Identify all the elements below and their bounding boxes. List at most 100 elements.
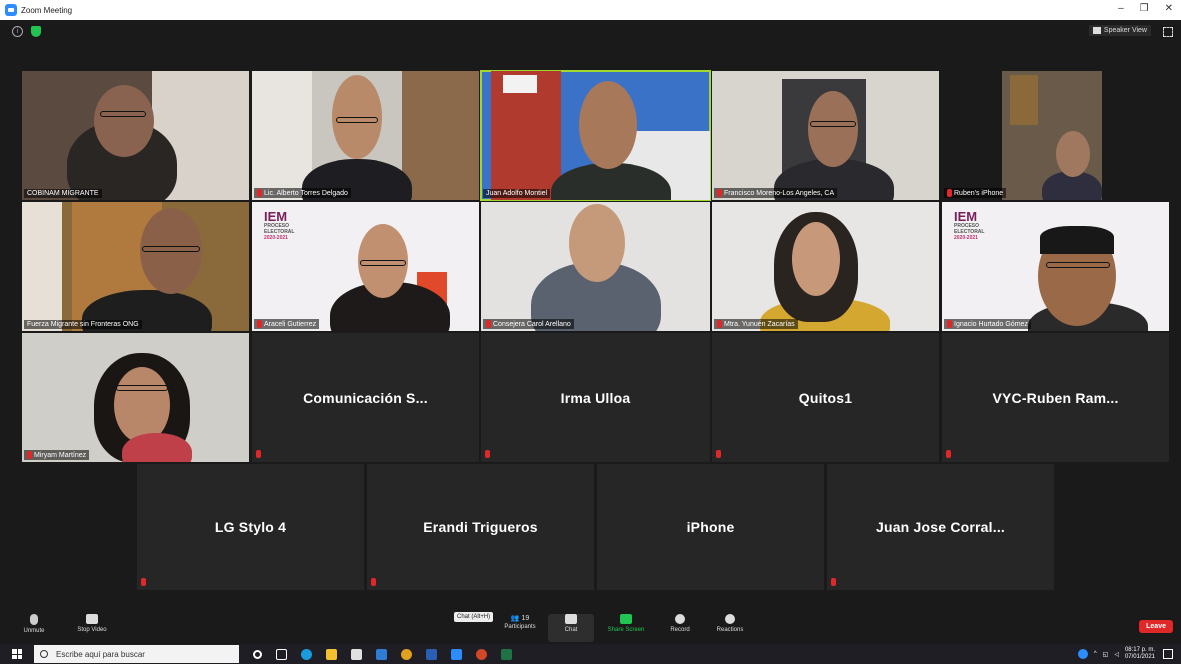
fullscreen-icon[interactable] xyxy=(1163,27,1173,37)
participant-name-label: Ruben's iPhone xyxy=(944,188,1007,198)
powerpoint-icon[interactable] xyxy=(476,648,487,660)
leave-button[interactable]: Leave xyxy=(1139,620,1173,633)
participant-name: Erandi Trigueros xyxy=(423,519,538,535)
video-tile[interactable]: Lic. Alberto Torres Delgado xyxy=(252,71,479,200)
participant-name: VYC-Ruben Ram... xyxy=(992,389,1119,406)
taskbar-clock[interactable]: 08:17 p. m. 07/01/2021 xyxy=(1125,647,1155,661)
network-icon[interactable]: ◱ xyxy=(1103,651,1109,658)
name-tile[interactable]: Juan Jose Corral... xyxy=(827,464,1054,590)
encryption-shield-icon[interactable] xyxy=(31,26,41,37)
name-tile[interactable]: Irma Ulloa xyxy=(481,333,710,462)
search-icon xyxy=(40,650,48,658)
muted-mic-icon xyxy=(717,320,722,328)
video-tile[interactable]: Fuerza Migrante sin Fronteras ONG xyxy=(22,202,249,331)
muted-mic-icon xyxy=(257,320,262,328)
muted-mic-icon xyxy=(257,189,262,197)
participants-button[interactable]: 👥 19 Participants xyxy=(490,614,550,630)
window-titlebar: Zoom Meeting – ❐ ✕ xyxy=(0,0,1181,20)
name-tile[interactable]: VYC-Ruben Ram... xyxy=(942,333,1169,462)
video-camera-icon xyxy=(86,614,98,624)
video-tile[interactable]: COBINAM MIGRANTE xyxy=(22,71,249,200)
participant-name-label: Ignacio Hurtado Gómez xyxy=(944,319,1031,329)
view-icon xyxy=(1092,27,1101,34)
weather-icon[interactable] xyxy=(1077,649,1088,659)
word-icon[interactable] xyxy=(426,648,437,660)
participant-name-label: Juan Adolfo Montiel xyxy=(483,189,551,198)
windows-start-icon[interactable] xyxy=(12,649,22,659)
meeting-toolbar: Unmute Stop Video 👥 19 Participants Chat… xyxy=(0,612,1181,644)
notifications-icon[interactable] xyxy=(1163,649,1173,659)
speaker-view-button[interactable]: Speaker View xyxy=(1088,25,1151,36)
zoom-app-icon[interactable] xyxy=(451,648,462,660)
minimize-button[interactable]: – xyxy=(1118,3,1124,14)
muted-mic-icon xyxy=(486,320,491,328)
close-button[interactable]: ✕ xyxy=(1165,3,1173,14)
participant-name-label: Araceli Gutierrez xyxy=(254,319,320,329)
chrome-icon[interactable] xyxy=(401,648,412,660)
name-tile[interactable]: Quitos1 xyxy=(712,333,939,462)
muted-mic-icon xyxy=(946,450,951,458)
muted-mic-icon xyxy=(947,189,952,197)
iem-logo: IEM PROCESO ELECTORAL 2020-2021 xyxy=(264,209,295,241)
chat-tooltip: Chat (Alt+H) xyxy=(454,612,494,622)
record-label: Record xyxy=(670,627,690,633)
edge-browser-icon[interactable] xyxy=(301,648,312,660)
name-tile[interactable]: iPhone xyxy=(597,464,824,590)
clock-date: 07/01/2021 xyxy=(1124,654,1155,660)
participant-name-label: Miryam Martínez xyxy=(24,450,90,460)
muted-mic-icon xyxy=(485,450,490,458)
video-tile[interactable]: Francisco Moreno-Los Angeles, CA xyxy=(712,71,939,200)
meeting-info-icon[interactable]: i xyxy=(12,26,23,37)
muted-mic-icon xyxy=(947,320,952,328)
participant-name-label: Lic. Alberto Torres Delgado xyxy=(254,188,351,198)
video-tile[interactable]: Mtra. Yunuén Zacarías xyxy=(712,202,939,331)
mail-icon[interactable] xyxy=(376,648,387,660)
video-tile[interactable]: Consejera Carol Arellano xyxy=(481,202,710,331)
window-title: Zoom Meeting xyxy=(21,5,73,15)
store-icon[interactable] xyxy=(351,648,362,660)
cortana-icon[interactable] xyxy=(253,649,262,659)
stop-video-button[interactable]: Stop Video xyxy=(62,614,122,633)
video-tile[interactable]: IEM PROCESO ELECTORAL 2020-2021 Araceli … xyxy=(252,202,479,331)
task-view-icon[interactable] xyxy=(276,648,287,660)
share-screen-button[interactable]: Share Screen xyxy=(596,614,656,633)
participant-name: Quitos1 xyxy=(798,389,853,406)
volume-icon[interactable]: ◁ xyxy=(1114,651,1119,658)
muted-mic-icon xyxy=(831,578,836,586)
unmute-label: Unmute xyxy=(23,628,45,634)
reactions-button[interactable]: Reactions xyxy=(700,614,760,633)
participant-name: iPhone xyxy=(686,519,735,535)
muted-mic-icon xyxy=(27,451,32,459)
participant-name-label: Consejera Carol Arellano xyxy=(483,319,574,329)
muted-mic-icon xyxy=(371,578,376,586)
excel-icon[interactable] xyxy=(501,648,512,660)
participant-name: Juan Jose Corral... xyxy=(875,519,1006,535)
name-tile[interactable]: Erandi Trigueros xyxy=(367,464,594,590)
system-tray: ^ ◱ ◁ 08:17 p. m. 07/01/2021 xyxy=(1077,644,1155,664)
taskbar-search-input[interactable]: Escribe aquí para buscar xyxy=(34,645,239,663)
muted-mic-icon xyxy=(716,450,721,458)
name-tile[interactable]: LG Stylo 4 xyxy=(137,464,364,590)
name-tile[interactable]: Comunicación S... xyxy=(252,333,479,462)
video-tile[interactable]: IEM PROCESO ELECTORAL 2020-2021 Ignacio … xyxy=(942,202,1169,331)
search-placeholder: Escribe aquí para buscar xyxy=(56,649,145,659)
video-tile[interactable]: Ruben's iPhone xyxy=(942,71,1169,200)
restore-button[interactable]: ❐ xyxy=(1140,3,1149,14)
participant-name: Comunicación S... xyxy=(303,389,428,406)
video-tile-active-speaker[interactable]: Juan Adolfo Montiel xyxy=(480,70,711,201)
video-tile[interactable]: Miryam Martínez xyxy=(22,333,249,462)
participants-count: 19 xyxy=(521,615,530,622)
participant-name-label: Francisco Moreno-Los Angeles, CA xyxy=(714,188,838,198)
participant-name-label: Fuerza Migrante sin Fronteras ONG xyxy=(24,320,142,329)
zoom-logo-icon xyxy=(5,4,17,16)
participants-label: Participants xyxy=(504,624,536,630)
record-icon xyxy=(675,614,685,624)
windows-taskbar: Escribe aquí para buscar xyxy=(0,644,1181,664)
file-explorer-icon[interactable] xyxy=(326,648,337,660)
participants-icon: 👥 xyxy=(510,615,520,622)
unmute-button[interactable]: Unmute xyxy=(4,614,64,634)
muted-mic-icon xyxy=(256,450,261,458)
chat-button[interactable]: Chat xyxy=(548,614,594,642)
chevron-up-icon[interactable]: ^ xyxy=(1094,651,1097,657)
speaker-view-label: Speaker View xyxy=(1103,27,1147,34)
